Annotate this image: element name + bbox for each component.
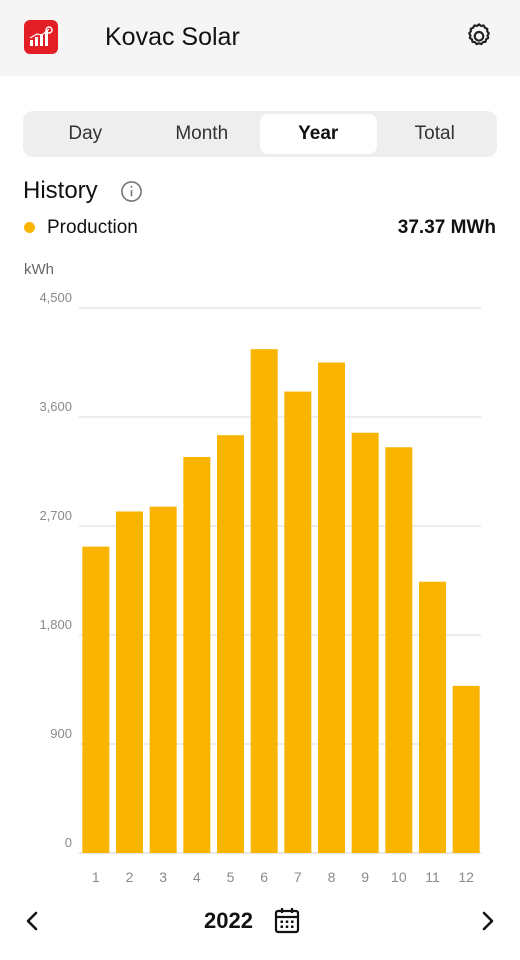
tab-year[interactable]: Year (260, 114, 377, 154)
bar-month-1[interactable] (82, 546, 110, 853)
x-tick-label: 10 (391, 869, 407, 885)
x-tick-label: 9 (361, 869, 369, 885)
bar-month-8[interactable] (318, 362, 345, 854)
info-icon[interactable] (120, 180, 143, 203)
y-tick-label: 3,600 (39, 399, 72, 414)
x-tick-label: 2 (126, 869, 134, 885)
x-tick-label: 12 (458, 869, 474, 885)
bar-month-5[interactable] (217, 435, 244, 853)
tab-day[interactable]: Day (27, 114, 144, 154)
year-label[interactable]: 2022 (204, 907, 253, 935)
y-tick-label: 0 (65, 835, 72, 850)
period-tabs: Day Month Year Total (23, 111, 497, 157)
x-tick-label: 1 (92, 869, 100, 885)
legend-dot (24, 222, 35, 233)
bar-month-11[interactable] (419, 581, 446, 853)
app-screen: Kovac Solar Day Month Year Total History… (0, 0, 520, 960)
bar-month-3[interactable] (149, 506, 177, 853)
chevron-right-icon[interactable] (476, 906, 500, 936)
solar-logo-icon (24, 20, 58, 54)
y-tick-label: 900 (50, 726, 72, 741)
bar-month-9[interactable] (351, 432, 379, 853)
tab-total[interactable]: Total (377, 114, 494, 154)
x-tick-label: 11 (425, 869, 440, 885)
gear-icon[interactable] (463, 20, 495, 52)
tab-month[interactable]: Month (144, 114, 261, 154)
x-tick-label: 7 (294, 869, 302, 885)
x-tick-label: 5 (227, 869, 235, 885)
app-title: Kovac Solar (105, 23, 240, 51)
x-tick-label: 6 (260, 869, 268, 885)
bar-month-6[interactable] (250, 349, 278, 853)
bar-month-7[interactable] (284, 391, 312, 853)
history-title: History (23, 177, 98, 204)
x-tick-label: 8 (328, 869, 336, 885)
production-total: 37.37 MWh (397, 217, 496, 238)
x-tick-label: 4 (193, 869, 201, 885)
legend-label: Production (47, 217, 138, 238)
y-tick-label: 4,500 (39, 290, 72, 305)
calendar-icon[interactable] (274, 906, 300, 934)
bar-month-2[interactable] (116, 511, 143, 853)
y-tick-label: 1,800 (39, 617, 72, 632)
production-bar-chart: 09001,8002,7003,6004,5001 2 3 4 5 6 7 8 9 10 11 12 (39, 290, 481, 885)
bar-month-4[interactable] (183, 456, 211, 853)
bar-month-10[interactable] (385, 447, 413, 853)
app-header: Kovac Solar (0, 0, 520, 76)
x-tick-label: 3 (159, 869, 167, 885)
chevron-left-icon[interactable] (20, 906, 44, 936)
bar-month-12[interactable] (452, 685, 480, 853)
y-tick-label: 2,700 (39, 508, 72, 523)
